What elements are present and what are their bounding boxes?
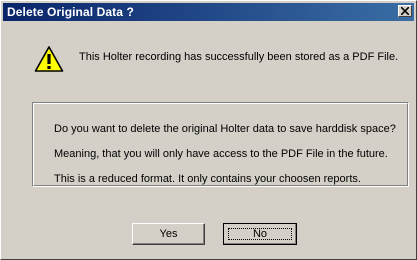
delete-original-data-dialog: Delete Original Data ? This Holter recor… [0, 0, 417, 260]
status-message: This Holter recording has successfully b… [79, 51, 399, 63]
warning-icon [34, 46, 64, 72]
yes-button-label: Yes [159, 228, 178, 240]
no-button[interactable]: No [223, 223, 297, 245]
question-line-1: Do you want to delete the original Holte… [54, 123, 396, 135]
close-button[interactable] [398, 5, 412, 17]
yes-button[interactable]: Yes [132, 223, 205, 245]
close-icon [401, 7, 409, 15]
title-bar: Delete Original Data ? [3, 3, 414, 21]
dialog-title: Delete Original Data ? [7, 5, 134, 19]
question-line-2: Meaning, that you will only have access … [54, 148, 388, 160]
no-button-label: No [252, 228, 268, 240]
question-line-3: This is a reduced format. It only contai… [54, 173, 361, 185]
